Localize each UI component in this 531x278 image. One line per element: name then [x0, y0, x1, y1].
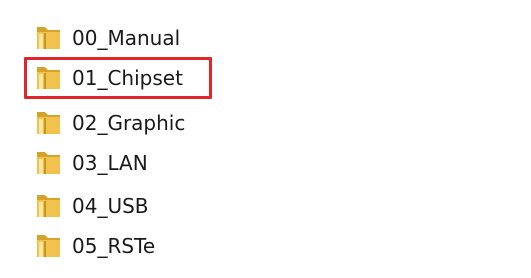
folder-list: 00_Manual 01_Chipset 02_Graphic 03_LAN 0… [0, 0, 531, 278]
folder-label: 00_Manual [72, 26, 181, 50]
folder-icon [34, 109, 64, 137]
folder-label: 02_Graphic [72, 111, 186, 135]
folder-item-01-chipset[interactable]: 01_Chipset [34, 62, 183, 94]
folder-icon [34, 64, 64, 92]
folder-label: 01_Chipset [72, 66, 183, 90]
folder-icon [34, 192, 64, 220]
folder-label: 04_USB [72, 194, 149, 218]
folder-item-04-usb[interactable]: 04_USB [34, 190, 149, 222]
folder-icon [34, 232, 64, 260]
folder-label: 03_LAN [72, 151, 148, 175]
folder-label: 05_RSTe [72, 234, 156, 258]
folder-icon [34, 24, 64, 52]
folder-item-00-manual[interactable]: 00_Manual [34, 22, 180, 54]
folder-item-03-lan[interactable]: 03_LAN [34, 147, 148, 179]
folder-item-05-rste[interactable]: 05_RSTe [34, 230, 155, 262]
folder-item-02-graphic[interactable]: 02_Graphic [34, 107, 185, 139]
folder-icon [34, 149, 64, 177]
